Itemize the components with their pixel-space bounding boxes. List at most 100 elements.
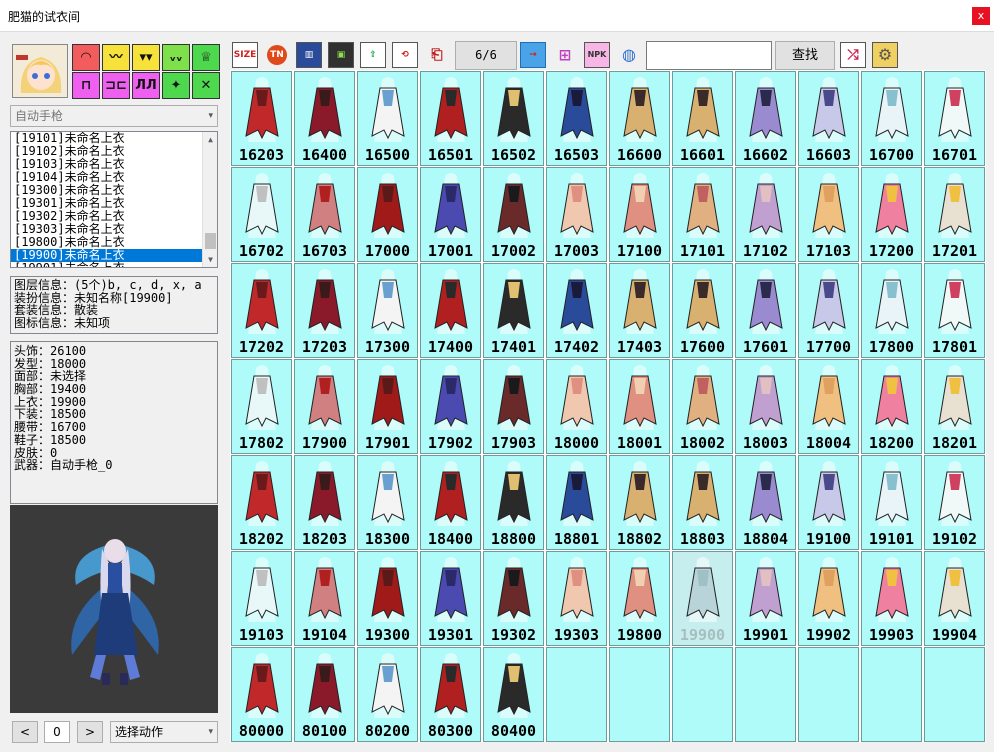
grid-item[interactable]: 17400 [420,263,481,358]
grid-item[interactable]: 17101 [672,167,733,262]
grid-item[interactable]: 16603 [798,71,859,166]
globe-icon[interactable]: ◍ [616,42,642,68]
grid-item[interactable]: 17403 [609,263,670,358]
grid-item[interactable]: 17801 [924,263,985,358]
grid-item[interactable]: 19901 [735,551,796,646]
grid-item[interactable]: 16400 [294,71,355,166]
gift-icon[interactable]: ⊞ [552,42,578,68]
search-input[interactable] [646,41,772,70]
scroll-thumb[interactable] [205,233,216,249]
grid-item[interactable]: 17300 [357,263,418,358]
grid-item[interactable]: 16600 [609,71,670,166]
refresh-icon[interactable]: ⟲ [392,42,418,68]
grid-item[interactable]: 80300 [420,647,481,742]
grid-item[interactable]: 17800 [861,263,922,358]
grid-item[interactable]: 16703 [294,167,355,262]
grid-item[interactable]: 17901 [357,359,418,454]
next-page-icon[interactable]: → [520,42,546,68]
npk-icon[interactable]: NPK [584,42,610,68]
grid-item[interactable]: 80200 [357,647,418,742]
frame-number-field[interactable]: 0 [44,721,70,743]
grid-item[interactable]: 17900 [294,359,355,454]
scroll-up-icon[interactable]: ▲ [203,132,217,147]
grid-item[interactable]: 18804 [735,455,796,550]
grid-item[interactable]: 18803 [672,455,733,550]
grid-item[interactable]: 19900 [672,551,733,646]
grid-item[interactable]: 19800 [609,551,670,646]
grid-item[interactable]: 16501 [420,71,481,166]
grid-item[interactable]: 16702 [231,167,292,262]
grid-item[interactable]: 16203 [231,71,292,166]
grid-item[interactable]: 18001 [609,359,670,454]
grid-item[interactable]: 17002 [483,167,544,262]
grid-item[interactable]: 18004 [798,359,859,454]
character-avatar[interactable] [12,44,68,98]
grid-item[interactable]: 17401 [483,263,544,358]
grid-item[interactable]: 16502 [483,71,544,166]
grid-item[interactable]: 19902 [798,551,859,646]
hat-icon[interactable]: ◠ [72,44,100,71]
grid-item[interactable]: 18203 [294,455,355,550]
back-icon[interactable]: ⎗ [424,42,450,68]
grid-item[interactable]: 80400 [483,647,544,742]
grid-item[interactable]: 17601 [735,263,796,358]
frame-icon[interactable]: ▣ [328,42,354,68]
grid-item[interactable]: 16700 [861,71,922,166]
grid-item[interactable]: 19100 [798,455,859,550]
grid-item[interactable]: 19103 [231,551,292,646]
export-icon[interactable]: ⇪ [360,42,386,68]
grid-item[interactable]: 16701 [924,71,985,166]
grid-item[interactable]: 17402 [546,263,607,358]
grid-item[interactable]: 19101 [861,455,922,550]
grid-item[interactable]: 80100 [294,647,355,742]
grid-item[interactable]: 17200 [861,167,922,262]
grid-item[interactable]: 17600 [672,263,733,358]
grid-item[interactable]: 17201 [924,167,985,262]
grid-item[interactable]: 18800 [483,455,544,550]
grid-item[interactable]: 19301 [420,551,481,646]
grid-item[interactable]: 16500 [357,71,418,166]
prev-frame-button[interactable]: < [12,721,38,743]
grid-item[interactable]: 19303 [546,551,607,646]
size-icon[interactable]: SIZE [232,42,258,68]
hair-icon[interactable]: 〰 [102,44,130,71]
grid-item[interactable]: 18802 [609,455,670,550]
grid-item[interactable]: 18200 [861,359,922,454]
grid-item[interactable]: 17802 [231,359,292,454]
list-item[interactable]: [19901]未命名上衣 [11,262,217,268]
grid-item[interactable]: 17003 [546,167,607,262]
grid-item[interactable]: 18000 [546,359,607,454]
grid-item[interactable]: 17902 [420,359,481,454]
grid-item[interactable]: 16601 [672,71,733,166]
grid-item[interactable]: 19300 [357,551,418,646]
gear-icon[interactable]: ⚙ [872,42,898,68]
action-select[interactable]: 选择动作 ▾ [110,721,218,743]
grid-item[interactable]: 19302 [483,551,544,646]
face-icon[interactable]: ▾▾ [132,44,160,71]
grid-item[interactable]: 18300 [357,455,418,550]
grid-item[interactable]: 19102 [924,455,985,550]
shoes-icon[interactable]: ЛЛ [132,72,160,99]
grid-item[interactable]: 19903 [861,551,922,646]
grid-item[interactable]: 16503 [546,71,607,166]
grid-item[interactable]: 18201 [924,359,985,454]
grid-item[interactable]: 17001 [420,167,481,262]
close-button[interactable]: x [972,7,990,25]
search-button[interactable]: 查找 [775,41,835,70]
belt-icon[interactable]: ⊐⊏ [102,72,130,99]
scroll-down-icon[interactable]: ▼ [203,252,217,267]
item-list[interactable]: [19101]未命名上衣 [19102]未命名上衣 [19103]未命名上衣 [191… [10,131,218,268]
grid-item[interactable]: 17903 [483,359,544,454]
grid-item[interactable]: 18202 [231,455,292,550]
grid-item[interactable]: 18400 [420,455,481,550]
neck-icon[interactable]: ᵥᵥ [162,44,190,71]
pants-icon[interactable]: ⊓ [72,72,100,99]
grid-item[interactable]: 17100 [609,167,670,262]
grid-item[interactable]: 19104 [294,551,355,646]
grid-item[interactable]: 19904 [924,551,985,646]
grid-item[interactable]: 17000 [357,167,418,262]
item-list-scrollbar[interactable]: ▲ ▼ [202,132,217,267]
next-frame-button[interactable]: > [77,721,103,743]
grid-item[interactable]: 17700 [798,263,859,358]
skin-icon[interactable]: ✦ [162,72,190,99]
